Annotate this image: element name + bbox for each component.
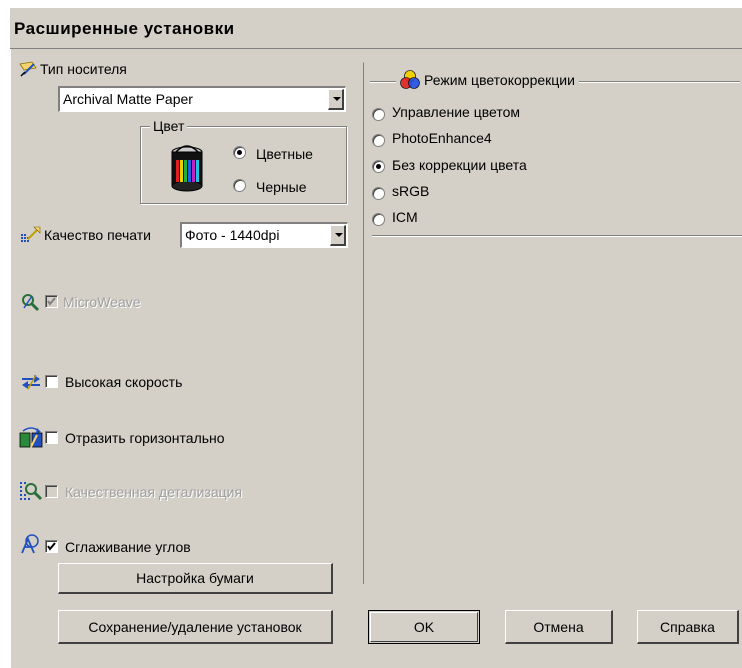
microweave-label: MicroWeave xyxy=(63,294,141,310)
chevron-down-icon[interactable] xyxy=(330,225,346,246)
media-type-label: Тип носителя xyxy=(40,61,127,77)
cm-option-icm-label: ICM xyxy=(392,209,418,225)
color-management-divider xyxy=(372,235,742,237)
color-option-black-label: Черные xyxy=(256,179,307,195)
color-management-legend: Режим цветокоррекции xyxy=(396,70,579,90)
media-type-value: Archival Matte Paper xyxy=(63,91,193,107)
finest-detail-icon xyxy=(19,480,43,502)
finest-detail-checkbox[interactable] xyxy=(45,485,58,498)
paper-config-button[interactable]: Настройка бумаги xyxy=(58,563,333,594)
media-type-dropdown[interactable]: Archival Matte Paper xyxy=(58,86,346,112)
smooth-edges-icon xyxy=(20,533,42,555)
cm-radio-color-control[interactable] xyxy=(372,108,385,121)
media-type-icon xyxy=(18,60,38,78)
color-radio-color[interactable] xyxy=(233,146,246,159)
cm-radio-icm[interactable] xyxy=(372,213,385,226)
cm-option-color-control-label: Управление цветом xyxy=(392,104,521,120)
cm-radio-srgb[interactable] xyxy=(372,187,385,200)
cm-option-no-correction-label: Без коррекции цвета xyxy=(392,157,527,173)
ok-button-label: OK xyxy=(413,619,435,635)
save-settings-button[interactable]: Сохранение/удаление установок xyxy=(58,610,333,644)
cm-option-srgb-label: sRGB xyxy=(392,183,430,199)
print-quality-icon xyxy=(20,225,42,245)
color-radio-black[interactable] xyxy=(233,179,246,192)
cm-radio-no-correction[interactable] xyxy=(372,160,385,173)
chevron-down-icon[interactable] xyxy=(328,89,344,110)
cancel-button-label: Отмена xyxy=(533,618,584,635)
color-group-label: Цвет xyxy=(150,118,188,134)
cancel-button[interactable]: Отмена xyxy=(505,610,613,644)
dialog-title: Расширенные установки xyxy=(14,19,235,38)
ink-can-icon xyxy=(162,144,212,192)
paper-config-button-label: Настройка бумаги xyxy=(136,570,254,586)
high-speed-checkbox[interactable] xyxy=(45,375,58,388)
high-speed-label: Высокая скорость xyxy=(65,374,183,390)
finest-detail-label: Качественная детализация xyxy=(65,484,243,500)
high-speed-icon xyxy=(20,373,42,391)
cm-option-photoenhance-label: PhotoEnhance4 xyxy=(392,130,492,146)
microweave-checkbox[interactable] xyxy=(45,295,58,308)
flip-horizontal-icon xyxy=(19,427,43,449)
cm-radio-photoenhance[interactable] xyxy=(372,134,385,147)
print-quality-value: Фото - 1440dpi xyxy=(185,227,280,243)
flip-horizontal-label: Отразить горизонтально xyxy=(65,430,225,446)
ok-button[interactable]: OK xyxy=(368,610,480,644)
microweave-icon xyxy=(20,292,42,312)
help-button[interactable]: Справка xyxy=(637,610,739,644)
color-wheel-icon xyxy=(400,70,420,90)
dialog-title-bar: Расширенные установки xyxy=(10,8,742,49)
save-settings-button-label: Сохранение/удаление установок xyxy=(88,618,302,635)
smooth-edges-label: Сглаживание углов xyxy=(65,539,191,555)
flip-horizontal-checkbox[interactable] xyxy=(45,431,58,444)
color-option-color-label: Цветные xyxy=(256,146,313,162)
print-quality-dropdown[interactable]: Фото - 1440dpi xyxy=(180,222,348,248)
help-button-label: Справка xyxy=(660,618,715,635)
color-management-top-line-right xyxy=(610,81,740,83)
print-quality-label: Качество печати xyxy=(44,227,151,243)
smooth-edges-checkbox[interactable] xyxy=(45,540,58,553)
color-management-label: Режим цветокоррекции xyxy=(424,72,575,88)
